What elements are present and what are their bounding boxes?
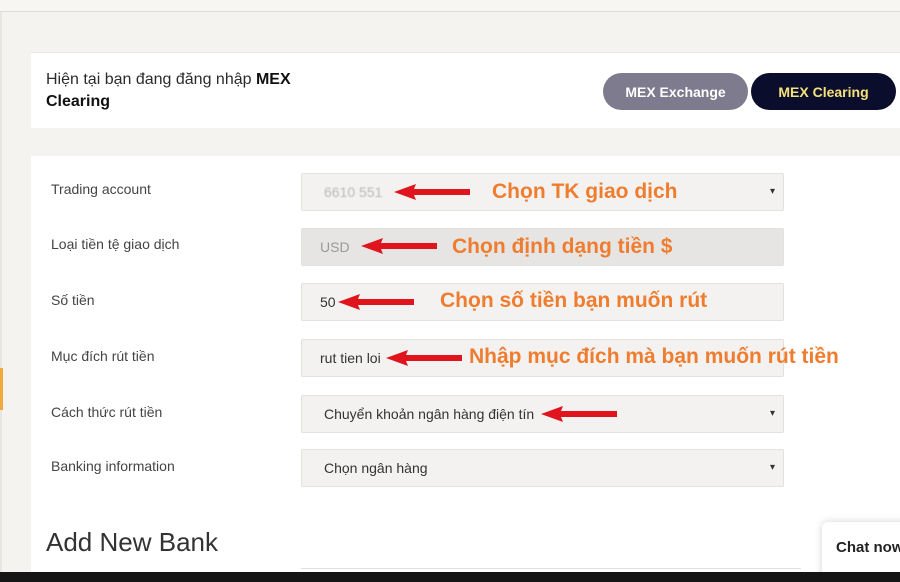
login-status-card: Hiện tại bạn đang đăng nhập MEX Clearing… <box>31 52 900 128</box>
currency-label: Loại tiền tệ giao dịch <box>51 236 180 252</box>
login-account-line1: MEX <box>255 71 291 88</box>
mex-clearing-button[interactable]: MEX Clearing <box>751 73 896 110</box>
mex-exchange-button[interactable]: MEX Exchange <box>603 73 748 110</box>
trading-account-label: Trading account <box>51 181 151 197</box>
purpose-label: Mục đích rút tiền <box>51 348 155 364</box>
currency-value: USD <box>320 239 350 255</box>
annotation-currency: Chọn định dạng tiền $ <box>452 235 673 258</box>
top-border <box>0 0 900 12</box>
bank-select[interactable]: Chọn ngân hàng ▾ <box>301 449 784 487</box>
annotation-amount: Chọn số tiền bạn muốn rút <box>440 289 708 312</box>
red-left-arrow-icon <box>541 406 617 422</box>
login-status-text: Hiện tại bạn đang đăng nhập MEX Clearing <box>46 69 326 113</box>
annotation-trading-account: Chọn TK giao dịch <box>492 180 678 203</box>
bottom-bar <box>0 572 900 582</box>
withdrawal-method-value: Chuyển khoản ngân hàng điện tín <box>324 406 535 422</box>
red-left-arrow-icon <box>338 294 414 310</box>
withdrawal-method-label: Cách thức rút tiền <box>51 404 163 420</box>
login-prefix: Hiện tại bạn đang đăng nhập <box>46 71 256 88</box>
red-left-arrow-icon <box>386 350 462 366</box>
red-left-arrow-icon <box>361 238 437 254</box>
withdrawal-form: Trading account 6610 551 ▾ Chọn TK giao … <box>31 156 900 576</box>
red-left-arrow-icon <box>394 184 470 200</box>
banking-info-label: Banking information <box>51 458 175 474</box>
amount-label: Số tiền <box>51 292 95 308</box>
trading-account-value: 6610 551 <box>324 184 383 200</box>
add-new-bank-heading: Add New Bank <box>46 527 218 557</box>
left-accent-bar <box>0 368 3 410</box>
bank-select-value: Chọn ngân hàng <box>324 460 428 476</box>
login-account-line2: Clearing <box>46 93 111 110</box>
left-border <box>0 12 2 572</box>
amount-value: 50 <box>320 294 336 310</box>
chat-now-label: Chat now <box>836 539 900 556</box>
caret-down-icon: ▾ <box>769 408 775 419</box>
caret-down-icon: ▾ <box>769 462 775 473</box>
purpose-value: rut tien loi <box>320 350 381 366</box>
annotation-purpose: Nhập mục đích mà bạn muốn rút tiền <box>469 345 839 368</box>
caret-down-icon: ▾ <box>769 186 775 197</box>
